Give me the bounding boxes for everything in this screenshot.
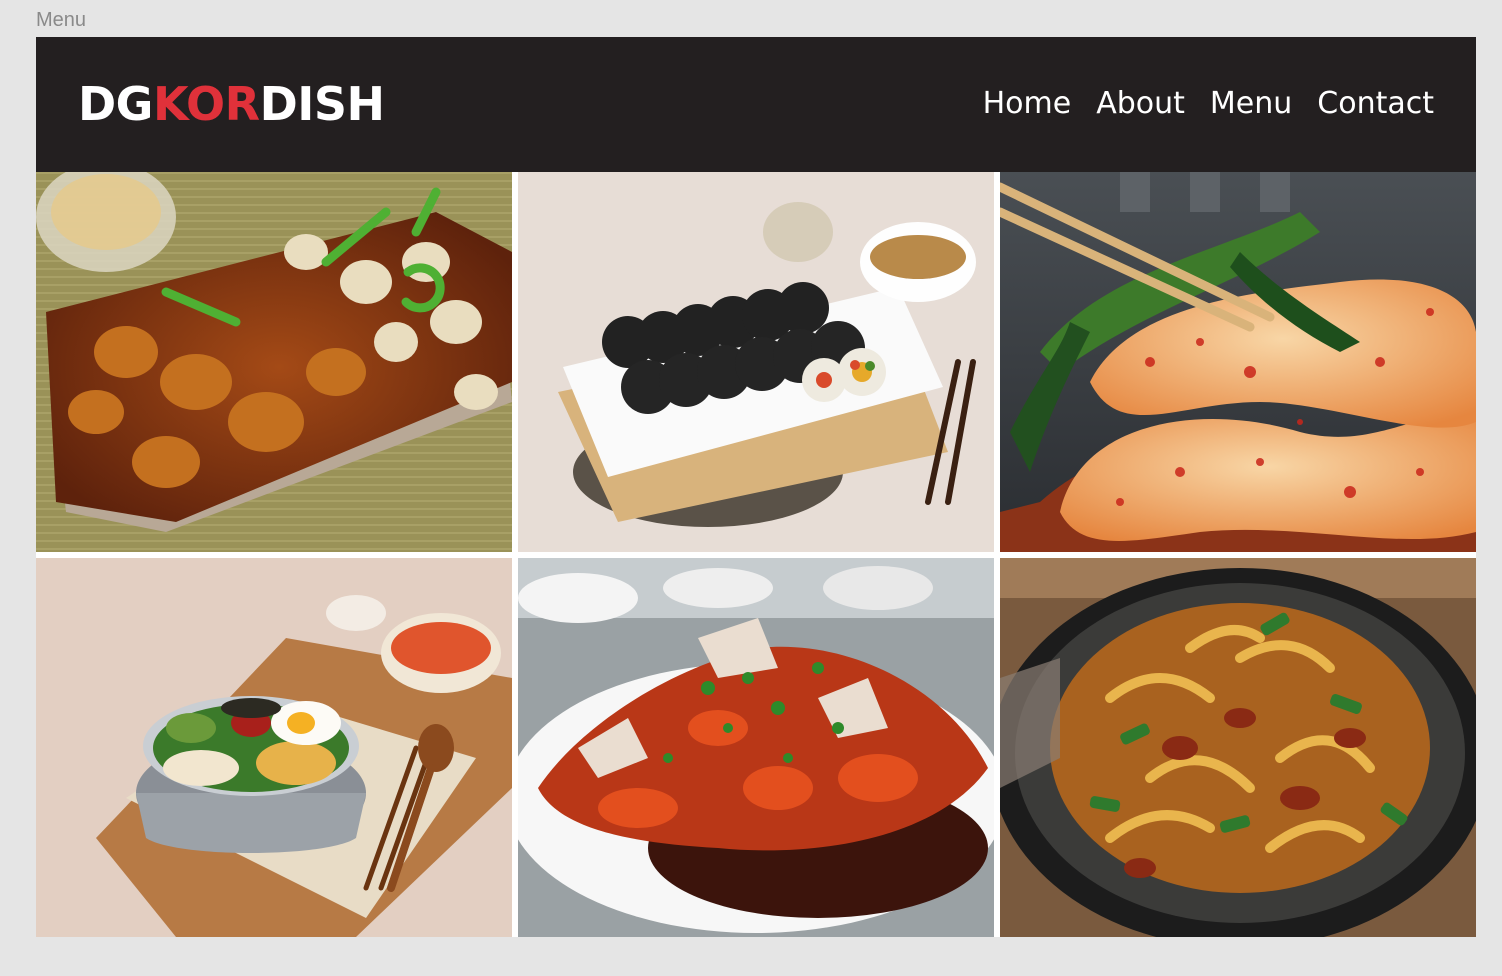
bibimbap-bowl-photo[interactable] [36, 558, 512, 937]
logo-suffix: DISH [259, 77, 385, 131]
spicy-crab-dish-photo[interactable] [518, 558, 994, 937]
nav-links: Home About Menu Contact [983, 85, 1434, 123]
nav-link-contact[interactable]: Contact [1317, 85, 1434, 123]
logo-accent: KOR [152, 77, 260, 131]
braised-chicken-dish-photo[interactable] [36, 172, 512, 552]
stir-fry-pan-photo[interactable] [1000, 558, 1476, 937]
kimbap-platter-photo[interactable] [518, 172, 994, 552]
page-frame: DGKORDISH Home About Menu Contact [36, 37, 1476, 937]
navbar: DGKORDISH Home About Menu Contact [36, 37, 1476, 172]
nav-link-home[interactable]: Home [983, 85, 1072, 123]
nav-link-about[interactable]: About [1096, 85, 1185, 123]
nav-link-menu[interactable]: Menu [1210, 85, 1292, 123]
logo-prefix: DG [78, 77, 153, 131]
kimchi-chopsticks-photo[interactable] [1000, 172, 1476, 552]
logo[interactable]: DGKORDISH [78, 77, 385, 131]
frame-label: Menu [36, 9, 87, 31]
photo-gallery [36, 172, 1476, 937]
